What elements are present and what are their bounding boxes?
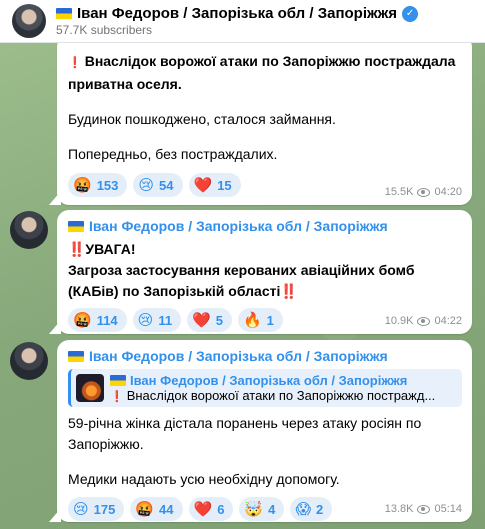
message-paragraph: Будинок пошкоджено, сталося займання. <box>68 111 336 127</box>
reaction-button[interactable]: ❤️ 6 <box>188 497 234 521</box>
reaction-button[interactable]: ❤️ 5 <box>187 308 232 332</box>
crying-face-icon: 😢 <box>137 311 154 329</box>
reaction-button[interactable]: 😢 11 <box>132 308 182 332</box>
message-time: 04:20 <box>434 186 462 198</box>
channel-title: Іван Федоров / Запорізька обл / Запоріжж… <box>77 5 398 22</box>
reaction-button[interactable]: 🤯 4 <box>239 497 285 521</box>
reaction-button[interactable]: 😢 175 <box>68 497 125 521</box>
reply-thumbnail <box>76 373 104 402</box>
red-exclamation-icon: ❗ <box>68 57 82 69</box>
ukraine-flag-icon <box>56 8 72 19</box>
channel-avatar[interactable] <box>12 4 46 38</box>
reply-preview[interactable]: Іван Федоров / Запорізька обл / Запоріжж… <box>68 369 462 407</box>
heart-icon: ❤️ <box>192 311 211 329</box>
reaction-button[interactable]: 😱 2 <box>290 497 333 521</box>
author-avatar[interactable] <box>10 342 48 380</box>
message-paragraph: ❗ Внаслідок ворожої атаки по Запоріжжю по… <box>68 53 456 92</box>
view-count: 10.9K <box>384 315 414 327</box>
message-paragraph: Загроза застосування керованих авіаційни… <box>68 262 415 299</box>
screaming-face-icon: 😱 <box>295 500 311 518</box>
message-time: 04:22 <box>434 315 462 327</box>
author-avatar[interactable] <box>10 211 48 249</box>
subscriber-count: 57.7K subscribers <box>56 23 153 37</box>
verified-icon: ✓ <box>402 5 419 22</box>
reply-author: Іван Федоров / Запорізька обл / Запоріжж… <box>110 373 435 388</box>
view-count: 13.8K <box>384 503 414 515</box>
ukraine-flag-icon <box>68 220 84 232</box>
message-meta: 13.8K 05:14 <box>385 503 462 515</box>
angry-face-icon: 🤬 <box>73 311 92 329</box>
message-author[interactable]: Іван Федоров / Запорізька обл / Запоріжж… <box>68 346 462 366</box>
message-paragraph: 59-річна жінка дістала поранень через ат… <box>68 415 422 452</box>
angry-face-icon: 🤬 <box>135 500 155 518</box>
red-exclamation-icon: ❗ <box>110 390 124 403</box>
message-paragraph: Попередньо, без постраждалих. <box>68 146 278 162</box>
eye-icon <box>417 316 431 326</box>
message-bubble[interactable]: Іван Федоров / Запорізька обл / Запоріжж… <box>57 340 472 522</box>
crying-face-icon: 😢 <box>138 176 155 194</box>
message-bubble[interactable]: ❗ Внаслідок ворожої атаки по Запоріжжю по… <box>57 35 472 205</box>
message-meta: 15.5K 04:20 <box>385 186 462 198</box>
reply-text: ❗ Внаслідок ворожої атаки по Запоріжжю по… <box>110 387 436 403</box>
reaction-button[interactable]: 🔥 1 <box>237 308 283 332</box>
reaction-button[interactable]: 😢 54 <box>133 173 183 197</box>
message-author[interactable]: Іван Федоров / Запорізька обл / Запоріжж… <box>68 216 462 236</box>
message-paragraph: Медики надають усю необхідну допомогу. <box>68 471 340 487</box>
message-time: 05:14 <box>434 503 462 515</box>
alert-heading: ‼️УВАГА! <box>68 241 136 257</box>
view-count: 15.5K <box>384 186 414 198</box>
exploding-head-icon: 🤯 <box>244 500 264 518</box>
heart-icon: ❤️ <box>193 176 213 194</box>
heart-icon: ❤️ <box>193 500 213 518</box>
crying-face-icon: 😢 <box>73 500 89 518</box>
reaction-button[interactable]: 🤬 44 <box>130 497 183 521</box>
reaction-button[interactable]: 🤬 114 <box>68 308 127 332</box>
reaction-button[interactable]: 🤬 153 <box>68 173 128 197</box>
message-meta: 10.9K 04:22 <box>385 315 462 327</box>
fire-icon: 🔥 <box>242 311 262 329</box>
message-bubble[interactable]: Іван Федоров / Запорізька обл / Запоріжж… <box>57 210 472 334</box>
channel-title-row: Іван Федоров / Запорізька обл / Запоріжж… <box>56 5 419 22</box>
eye-icon <box>417 504 431 514</box>
ukraine-flag-icon <box>68 350 84 362</box>
ukraine-flag-icon <box>110 374 126 386</box>
reaction-button[interactable]: ❤️ 15 <box>188 173 241 197</box>
channel-header[interactable]: Іван Федоров / Запорізька обл / Запоріжж… <box>0 0 485 43</box>
eye-icon <box>417 187 431 197</box>
angry-face-icon: 🤬 <box>73 176 92 194</box>
